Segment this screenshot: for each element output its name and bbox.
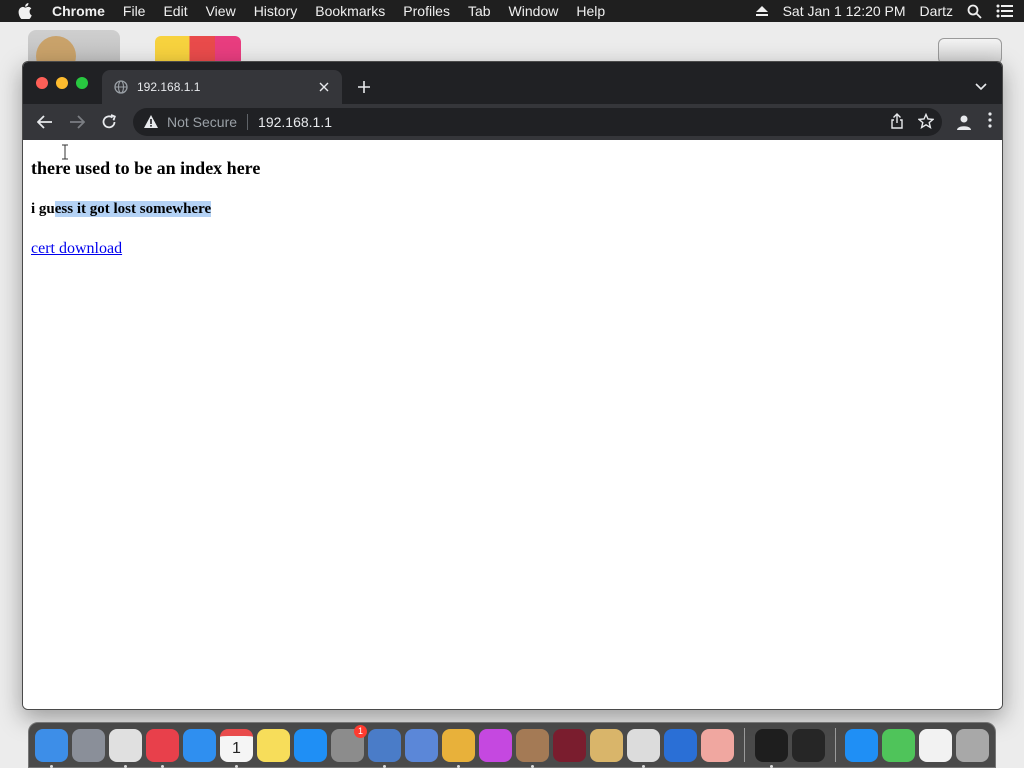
control-center-icon[interactable] (996, 4, 1014, 18)
menu-window[interactable]: Window (509, 3, 559, 19)
brown-app-icon[interactable] (516, 728, 549, 768)
fantastical-icon[interactable] (146, 728, 179, 768)
calendar-icon[interactable]: 1 (220, 728, 253, 768)
page-heading: there used to be an index here (31, 158, 261, 178)
subheading-unselected: i gu (31, 201, 55, 217)
vm-app-icon[interactable] (627, 728, 660, 768)
tab-active[interactable]: 192.168.1.1 (102, 70, 342, 104)
dock-divider (834, 728, 835, 762)
menu-file[interactable]: File (123, 3, 146, 19)
colorful-app-icon[interactable] (882, 728, 915, 762)
wine-icon[interactable] (553, 728, 586, 762)
safari-icon[interactable] (183, 728, 216, 762)
spotlight-search-icon[interactable] (967, 4, 982, 19)
hello-app-icon[interactable] (919, 728, 952, 762)
notification-badge: 1 (354, 724, 367, 738)
cert-download-link[interactable]: cert download (31, 240, 122, 258)
omnibox-actions (890, 112, 935, 132)
back-arrow-icon[interactable] (31, 108, 59, 136)
forward-arrow-icon[interactable] (63, 108, 91, 136)
page-viewport: there used to be an index here i guess i… (23, 140, 1002, 709)
running-indicator (383, 764, 386, 768)
menu-profiles[interactable]: Profiles (403, 3, 450, 19)
page-subheading: i guess it got lost somewhere (31, 201, 994, 218)
snake-app-icon[interactable] (405, 728, 438, 762)
console-icon[interactable] (791, 728, 825, 762)
dock-divider (744, 728, 745, 762)
menu-history[interactable]: History (254, 3, 298, 19)
menu-tab[interactable]: Tab (468, 3, 491, 19)
menu-app-chrome[interactable]: Chrome (52, 3, 105, 19)
palette-icon[interactable] (590, 728, 623, 762)
trash-icon[interactable] (956, 728, 989, 762)
system-preferences-icon[interactable]: 1 (331, 724, 367, 762)
app-store-icon[interactable] (294, 728, 327, 762)
cheetah-icon[interactable] (442, 728, 475, 768)
zoom-window-button[interactable] (76, 77, 88, 89)
running-indicator (124, 764, 127, 768)
menu-bookmarks[interactable]: Bookmarks (315, 3, 385, 19)
share-icon[interactable] (890, 112, 904, 132)
running-indicator (235, 764, 238, 768)
tab-search-chevron-icon[interactable] (972, 78, 990, 96)
tab-strip: 192.168.1.1 (23, 62, 1002, 104)
url-text[interactable]: 192.168.1.1 (258, 114, 890, 130)
finder-icon[interactable] (35, 728, 68, 768)
chrome-window: 192.168.1.1 Not Secure 192.168.1.1 there… (22, 61, 1003, 710)
g-app-icon[interactable] (664, 728, 697, 762)
anime-app-icon[interactable] (701, 728, 734, 762)
user-name[interactable]: Dartz (920, 3, 953, 19)
eject-icon[interactable] (755, 5, 769, 17)
address-bar[interactable]: Not Secure 192.168.1.1 (133, 108, 942, 136)
close-window-button[interactable] (36, 77, 48, 89)
calendar-day: 1 (232, 739, 241, 757)
menu-edit[interactable]: Edit (163, 3, 187, 19)
flower-app-icon[interactable] (479, 728, 512, 762)
omnibox-separator (247, 114, 249, 130)
toolbar-right-actions (954, 108, 992, 136)
profile-avatar-icon[interactable] (954, 112, 974, 132)
browser-toolbar: Not Secure 192.168.1.1 (23, 104, 1002, 140)
running-indicator (50, 764, 53, 768)
app-store-2-icon[interactable] (845, 728, 878, 762)
apple-menu-icon[interactable] (18, 3, 34, 19)
running-indicator (161, 764, 164, 768)
subheading-selected-text: ess it got lost somewhere (54, 201, 212, 217)
network-radar-icon[interactable] (368, 728, 401, 768)
new-tab-icon[interactable] (355, 78, 373, 96)
clock[interactable]: Sat Jan 1 12:20 PM (783, 3, 906, 19)
launchpad-icon[interactable] (72, 728, 105, 762)
menu-extras: Sat Jan 1 12:20 PM Dartz (755, 3, 1014, 19)
running-indicator (531, 764, 534, 768)
menu-view[interactable]: View (206, 3, 236, 19)
chrome-icon[interactable] (109, 728, 142, 768)
running-indicator (642, 764, 645, 768)
terminal-icon[interactable] (754, 728, 788, 768)
reload-icon[interactable] (95, 108, 123, 136)
running-indicator (769, 764, 773, 768)
bookmark-star-icon[interactable] (917, 112, 935, 132)
minimize-window-button[interactable] (56, 77, 68, 89)
security-label[interactable]: Not Secure (167, 114, 237, 130)
window-controls (36, 77, 88, 89)
menu-bar: Chrome File Edit View History Bookmarks … (0, 0, 1024, 22)
notes-icon[interactable] (257, 728, 290, 762)
tab-title: 192.168.1.1 (137, 80, 201, 94)
more-menu-icon[interactable] (988, 111, 992, 133)
dock: 11 (28, 722, 996, 768)
close-tab-icon[interactable] (316, 79, 332, 95)
running-indicator (457, 764, 460, 768)
text-cursor-icon (62, 144, 68, 160)
globe-icon (114, 80, 128, 94)
not-secure-warning-icon[interactable] (143, 114, 159, 130)
menu-help[interactable]: Help (576, 3, 605, 19)
